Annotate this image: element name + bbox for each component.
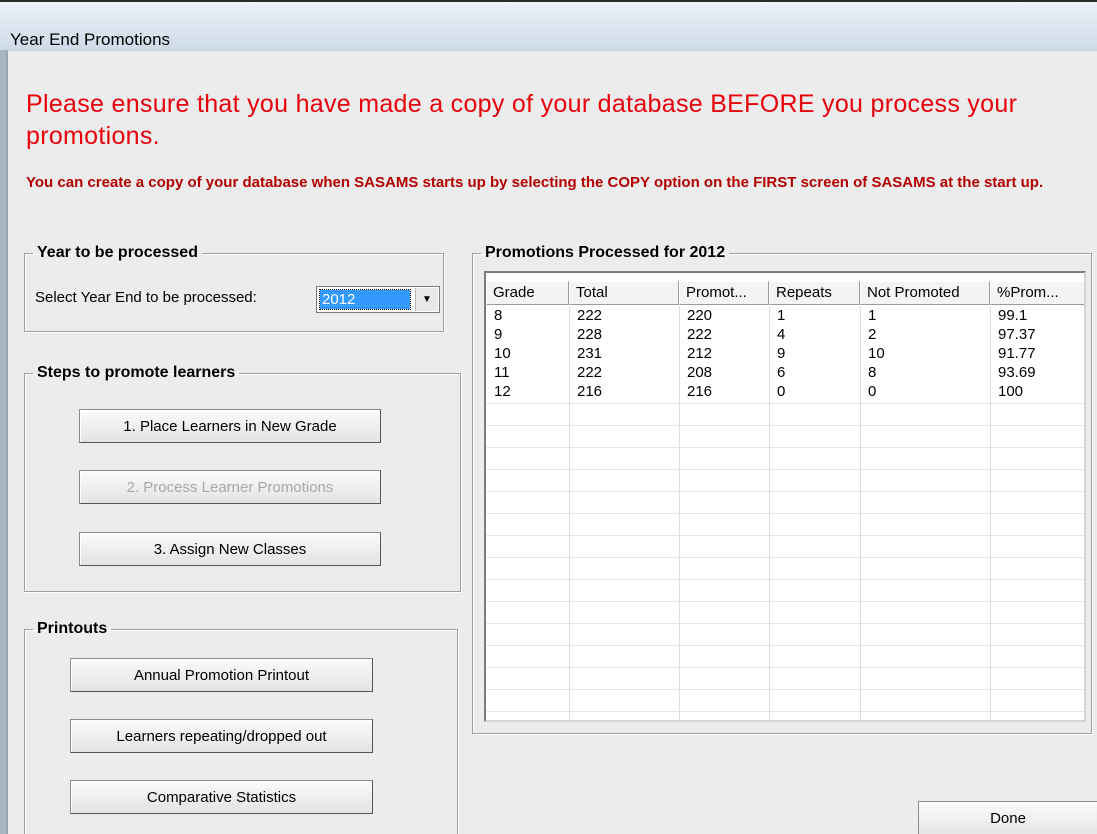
table-cell: 10	[494, 345, 511, 362]
grid-line	[486, 403, 1084, 404]
grid-header: Grade Total Promot... Repeats Not Promot…	[486, 281, 1084, 305]
grid-line	[486, 689, 1084, 690]
grid-line	[486, 447, 1084, 448]
column-header-grade[interactable]: Grade	[486, 281, 569, 305]
title-bar: Year End Promotions	[0, 0, 1097, 50]
table-cell: 12	[494, 383, 511, 400]
column-header-total[interactable]: Total	[569, 281, 679, 305]
process-promotions-button[interactable]: 2. Process Learner Promotions	[79, 470, 381, 504]
table-cell: 208	[687, 364, 713, 381]
grid-line	[486, 667, 1084, 668]
assign-classes-button[interactable]: 3. Assign New Classes	[79, 532, 381, 566]
table-cell: 9	[494, 326, 503, 343]
annual-printout-button[interactable]: Annual Promotion Printout	[70, 658, 373, 692]
steps-group-legend: Steps to promote learners	[37, 364, 236, 381]
backup-warning-secondary: You can create a copy of your database w…	[26, 174, 1044, 191]
grid-rows: 8 222 220 1 1 99.1 9 228 222 4 2 97.37 10 231 212 9 10 91…	[486, 306, 1084, 720]
year-select[interactable]: 2012 ▼	[316, 286, 440, 313]
table-cell: 216	[577, 383, 603, 400]
table-cell: 220	[687, 307, 713, 324]
table-cell: 2	[868, 326, 877, 343]
year-group-legend: Year to be processed	[37, 244, 198, 261]
table-cell: 228	[577, 326, 603, 343]
table-cell: 212	[687, 345, 713, 362]
done-button[interactable]: Done	[918, 801, 1097, 834]
grid-line	[486, 579, 1084, 580]
table-cell: 91.77	[998, 345, 1036, 362]
table-cell: 8	[494, 307, 503, 324]
grid-line	[486, 513, 1084, 514]
place-learners-button[interactable]: 1. Place Learners in New Grade	[79, 409, 381, 443]
grid-line	[486, 623, 1084, 624]
table-cell: 99.1	[998, 307, 1028, 324]
grid-line	[486, 425, 1084, 426]
backup-warning-primary: Please ensure that you have made a copy …	[26, 90, 1018, 150]
table-cell: 0	[868, 383, 877, 400]
grid-line	[486, 491, 1084, 492]
table-cell: 93.69	[998, 364, 1036, 381]
table-row[interactable]: 12 216 216 0 0 100	[486, 382, 1084, 401]
table-cell: 1	[868, 307, 877, 324]
table-row[interactable]: 11 222 208 6 8 93.69	[486, 363, 1084, 382]
table-cell: 6	[777, 364, 786, 381]
table-cell: 222	[577, 307, 603, 324]
comparative-stats-button[interactable]: Comparative Statistics	[70, 780, 373, 814]
grid-line	[486, 557, 1084, 558]
repeating-dropped-button[interactable]: Learners repeating/dropped out	[70, 719, 373, 753]
promotions-group-legend: Promotions Processed for 2012	[485, 244, 726, 261]
grid-line	[486, 711, 1084, 712]
table-cell: 0	[777, 383, 786, 400]
table-cell: 4	[777, 326, 786, 343]
column-header-percent-promoted[interactable]: %Prom...	[990, 281, 1084, 305]
grid-line	[486, 469, 1084, 470]
grid-line	[486, 535, 1084, 536]
year-select-value: 2012	[319, 289, 411, 310]
grid-line	[486, 645, 1084, 646]
printouts-group-legend: Printouts	[37, 620, 108, 637]
column-header-not-promoted[interactable]: Not Promoted	[860, 281, 990, 305]
window-title: Year End Promotions	[10, 30, 171, 49]
chevron-down-icon[interactable]: ▼	[415, 288, 438, 311]
table-cell: 231	[577, 345, 603, 362]
grid-line	[486, 601, 1084, 602]
table-row[interactable]: 10 231 212 9 10 91.77	[486, 344, 1084, 363]
table-cell: 216	[687, 383, 713, 400]
table-row[interactable]: 9 228 222 4 2 97.37	[486, 325, 1084, 344]
table-cell: 100	[998, 383, 1024, 400]
table-row[interactable]: 8 222 220 1 1 99.1	[486, 306, 1084, 325]
table-cell: 222	[577, 364, 603, 381]
table-cell: 222	[687, 326, 713, 343]
table-cell: 10	[868, 345, 885, 362]
column-header-repeats[interactable]: Repeats	[769, 281, 860, 305]
promotions-grid[interactable]: Grade Total Promot... Repeats Not Promot…	[484, 271, 1086, 722]
table-cell: 1	[777, 307, 786, 324]
table-cell: 97.37	[998, 326, 1036, 343]
table-cell: 9	[777, 345, 786, 362]
table-cell: 8	[868, 364, 877, 381]
year-select-label: Select Year End to be processed:	[35, 289, 257, 306]
column-header-promoted[interactable]: Promot...	[679, 281, 769, 305]
table-cell: 11	[494, 364, 510, 381]
